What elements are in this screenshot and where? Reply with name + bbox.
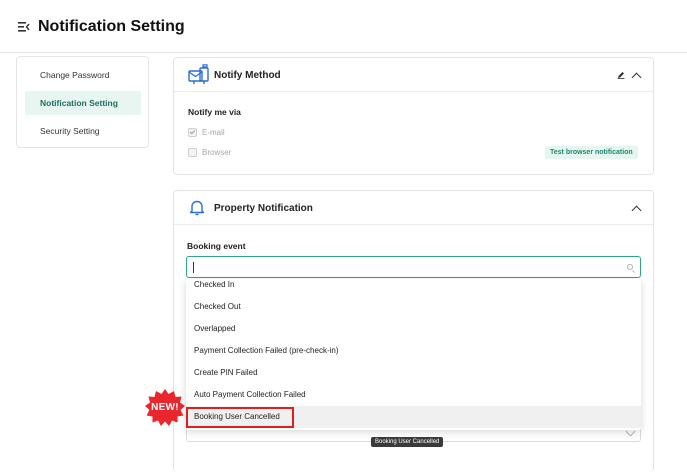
dropdown-option-checked-out[interactable]: Checked Out	[186, 296, 641, 318]
bell-icon	[189, 200, 205, 216]
sidebar-item-change-password[interactable]: Change Password	[25, 63, 141, 87]
notify-method-title: Notify Method	[214, 70, 281, 81]
browser-checkbox[interactable]	[188, 148, 197, 157]
property-notification-header[interactable]: Property Notification	[174, 191, 653, 225]
dropdown-option-payment-collection-failed[interactable]: Payment Collection Failed (pre-check-in)	[186, 340, 641, 362]
mailbox-icon	[188, 64, 209, 84]
edit-pencil-icon[interactable]	[617, 71, 625, 79]
chevron-up-icon[interactable]	[631, 72, 642, 83]
menu-collapse-icon[interactable]	[18, 21, 30, 33]
settings-sidebar: Change Password Notification Setting Sec…	[16, 56, 149, 148]
header-divider	[0, 52, 687, 53]
notify-method-header[interactable]: Notify Method	[174, 58, 653, 92]
property-notification-title: Property Notification	[214, 203, 313, 214]
email-checkbox[interactable]	[188, 128, 197, 137]
dropdown-option-create-pin-failed[interactable]: Create PIN Failed	[186, 362, 641, 384]
chevron-up-icon[interactable]	[631, 205, 642, 216]
dropdown-option-overlapped[interactable]: Overlapped	[186, 318, 641, 340]
new-badge-text: NEW!	[151, 402, 179, 413]
notify-me-via-label: Notify me via	[188, 107, 241, 117]
notify-method-card: Notify Method Notify me via E-mail Brows…	[173, 57, 654, 175]
browser-option-label: Browser	[202, 148, 232, 157]
dropdown-option-auto-payment-collection-failed[interactable]: Auto Payment Collection Failed	[186, 384, 641, 406]
highlight-box	[186, 407, 294, 428]
sidebar-item-notification-setting[interactable]: Notification Setting	[25, 91, 141, 115]
search-icon	[627, 264, 633, 270]
option-tooltip: Booking User Cancelled	[371, 437, 444, 447]
sidebar-item-security-setting[interactable]: Security Setting	[25, 119, 141, 143]
booking-event-label: Booking event	[187, 241, 246, 251]
dropdown-option-checked-in[interactable]: Checked In	[186, 279, 641, 296]
email-option-label: E-mail	[202, 128, 225, 137]
test-browser-notification-button[interactable]: Test browser notification	[545, 146, 638, 159]
page-header: Notification Setting	[18, 18, 185, 36]
text-caret	[193, 262, 194, 273]
booking-event-select[interactable]	[186, 256, 641, 278]
new-badge: NEW!	[144, 388, 186, 428]
page-title: Notification Setting	[38, 18, 185, 35]
